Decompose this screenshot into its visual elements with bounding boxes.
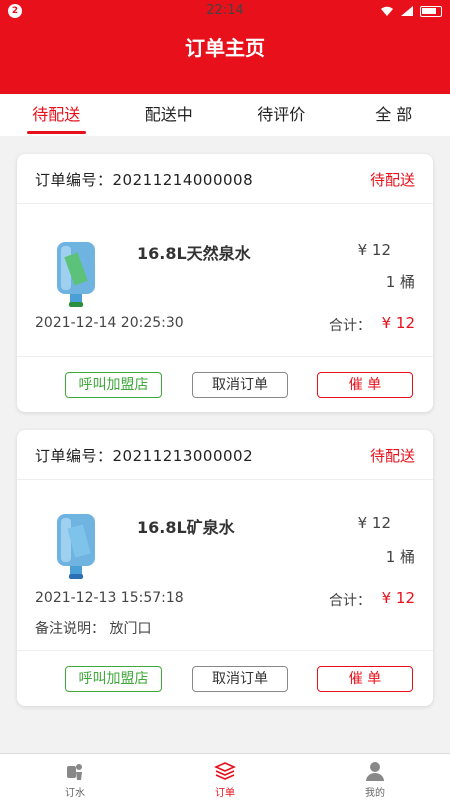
signal-icon [401,6,413,16]
order-header: 订单编号：20211213000002 待配送 [17,430,433,480]
order-card[interactable]: 订单编号：20211213000002 待配送 16.8L矿泉水 ¥ 12 1 … [17,430,433,706]
status-icons [380,3,442,19]
nav-label: 我的 [365,788,385,799]
order-number: 订单编号：20211214000008 [35,171,254,189]
call-store-button[interactable]: 呼叫加盟店 [65,372,162,398]
total-amount: ¥ 12 [381,589,415,607]
product-quantity: 1 桶 [385,273,415,291]
tab-pending-review[interactable]: 待评价 [225,94,338,136]
nav-orders[interactable]: 订单 [150,754,300,800]
urge-order-button[interactable]: 催 单 [317,372,413,398]
cancel-order-button[interactable]: 取消订单 [192,372,288,398]
cancel-order-button[interactable]: 取消订单 [192,666,288,692]
status-bar: 2 22:14 [0,0,450,22]
page-title: 订单主页 [185,36,265,60]
nav-label: 订水 [65,788,85,799]
tab-pending-delivery[interactable]: 待配送 [0,94,113,136]
order-remark: 备注说明： 放门口 [35,621,152,637]
user-icon [366,762,384,781]
orders-icon [214,762,236,780]
battery-icon [420,5,442,17]
order-number: 订单编号：20211213000002 [35,447,254,465]
total-label: 合计： [329,593,371,609]
order-time: 2021-12-14 20:25:30 [35,315,184,331]
product-name: 16.8L矿泉水 [137,518,235,537]
tab-delivering[interactable]: 配送中 [113,94,226,136]
order-status: 待配送 [369,171,415,189]
wifi-icon [381,6,393,16]
call-store-button[interactable]: 呼叫加盟店 [65,666,162,692]
order-header: 订单编号：20211214000008 待配送 [17,154,433,204]
product-name: 16.8L天然泉水 [137,244,251,263]
app-header: 订单主页 [0,22,450,94]
total-label: 合计： [329,318,371,334]
tab-all[interactable]: 全 部 [338,94,450,136]
product-price: ¥ 12 [357,514,391,532]
divider [17,356,433,357]
product-quantity: 1 桶 [385,548,415,566]
water-bottle-image [57,242,95,307]
nav-order-water[interactable]: 订水 [0,754,150,800]
order-tabs: 待配送 配送中 待评价 全 部 [0,94,450,136]
nav-label: 订单 [215,788,235,799]
water-delivery-icon [67,764,82,780]
order-time: 2021-12-13 15:57:18 [35,590,184,606]
urge-order-button[interactable]: 催 单 [317,666,413,692]
total-amount: ¥ 12 [381,314,415,332]
nav-profile[interactable]: 我的 [300,754,450,800]
order-status: 待配送 [369,447,415,465]
product-price: ¥ 12 [357,241,391,259]
order-card[interactable]: 订单编号：20211214000008 待配送 16.8L天然泉水 ¥ 12 1… [17,154,433,412]
bottom-nav: 订水 订单 我的 [0,753,450,800]
water-bottle-image [57,514,95,579]
divider [17,650,433,651]
